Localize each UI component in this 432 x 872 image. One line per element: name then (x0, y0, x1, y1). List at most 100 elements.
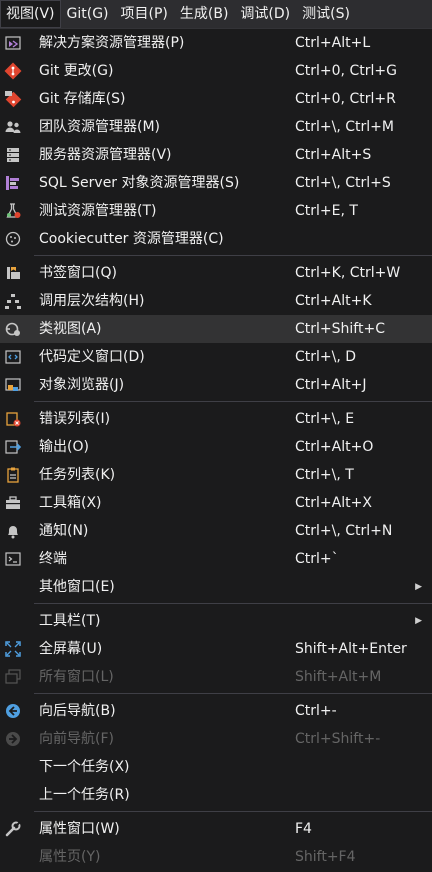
object-browser-icon (4, 376, 22, 394)
menu-item-call-hierarchy[interactable]: 调用层次结构(H) Ctrl+Alt+K (0, 287, 432, 315)
sql-server-icon (4, 174, 22, 192)
visual-studio-view-menu: 视图(V) Git(G) 项目(P) 生成(B) 调试(D) 测试(S) 解决方… (0, 0, 432, 872)
menu-bar: 视图(V) Git(G) 项目(P) 生成(B) 调试(D) 测试(S) (0, 0, 432, 28)
solution-explorer-icon (4, 34, 22, 52)
menu-item-label: 服务器资源管理器(V) (39, 147, 172, 163)
menubar-test[interactable]: 测试(S) (296, 0, 356, 28)
output-icon (4, 438, 22, 456)
wrench-icon (4, 820, 22, 838)
toolbox-icon (4, 494, 22, 512)
menu-item-solution-explorer[interactable]: 解决方案资源管理器(P) Ctrl+Alt+L (0, 29, 432, 57)
menu-item-bookmark-window[interactable]: 书签窗口(Q) Ctrl+K, Ctrl+W (0, 259, 432, 287)
error-list-icon (4, 410, 22, 428)
menubar-debug[interactable]: 调试(D) (234, 0, 296, 28)
menu-item-shortcut: Ctrl+E, T (295, 203, 358, 219)
menu-item-label: 所有窗口(L) (39, 669, 114, 685)
menu-item-label: Git 更改(G) (39, 63, 114, 79)
menu-item-class-view[interactable]: 类视图(A) Ctrl+Shift+C (0, 315, 432, 343)
bookmark-icon (4, 264, 22, 282)
menu-item-shortcut: Ctrl+\, D (295, 349, 357, 365)
menu-item-toolbars[interactable]: 工具栏(T) ▶ (0, 607, 432, 635)
menu-item-terminal[interactable]: 终端 Ctrl+` (0, 545, 432, 573)
menu-item-label: 向后导航(B) (39, 703, 116, 719)
menu-item-all-windows[interactable]: 所有窗口(L) Shift+Alt+M (0, 663, 432, 691)
all-windows-icon (4, 668, 22, 686)
menu-item-shortcut: Ctrl+Alt+L (295, 35, 371, 51)
menu-item-label: 向前导航(F) (39, 731, 114, 747)
menu-item-label: 全屏幕(U) (39, 641, 103, 657)
cookiecutter-icon (4, 230, 22, 248)
menu-item-shortcut: Ctrl+0, Ctrl+R (295, 91, 396, 107)
menu-item-label: 测试资源管理器(T) (39, 203, 157, 219)
menu-item-shortcut: Shift+Alt+M (295, 669, 382, 685)
menu-item-label: 书签窗口(Q) (39, 265, 117, 281)
menu-item-output[interactable]: 输出(O) Ctrl+Alt+O (0, 433, 432, 461)
menu-item-property-pages[interactable]: 属性页(Y) Shift+F4 (0, 843, 432, 871)
view-menu-dropdown: 解决方案资源管理器(P) Ctrl+Alt+L Git 更改(G) Ctrl+0… (0, 28, 432, 872)
menu-item-label: 属性页(Y) (39, 849, 101, 865)
menu-item-notifications[interactable]: 通知(N) Ctrl+\, Ctrl+N (0, 517, 432, 545)
git-repository-icon (4, 90, 22, 108)
menu-item-shortcut: Shift+F4 (295, 849, 356, 865)
menu-item-task-list[interactable]: 任务列表(K) Ctrl+\, T (0, 461, 432, 489)
menu-item-label: 团队资源管理器(M) (39, 119, 161, 135)
menu-item-shortcut: Ctrl+0, Ctrl+G (295, 63, 397, 79)
menu-item-label: SQL Server 对象资源管理器(S) (39, 175, 240, 191)
menu-item-next-task[interactable]: 下一个任务(X) (0, 753, 432, 781)
menu-item-sql-server-object-explorer[interactable]: SQL Server 对象资源管理器(S) Ctrl+\, Ctrl+S (0, 169, 432, 197)
menu-item-git-changes[interactable]: Git 更改(G) Ctrl+0, Ctrl+G (0, 57, 432, 85)
menu-item-label: 代码定义窗口(D) (39, 349, 145, 365)
menubar-build[interactable]: 生成(B) (174, 0, 235, 28)
menu-item-shortcut: Ctrl+\, Ctrl+M (295, 119, 394, 135)
class-view-icon (4, 320, 22, 338)
call-hierarchy-icon (4, 292, 22, 310)
menu-item-navigate-backward[interactable]: 向后导航(B) Ctrl+- (0, 697, 432, 725)
menubar-view[interactable]: 视图(V) (0, 0, 61, 28)
code-definition-icon (4, 348, 22, 366)
menu-item-shortcut: Ctrl+Shift+- (295, 731, 381, 747)
menu-item-label: 调用层次结构(H) (39, 293, 145, 309)
menu-item-label: 属性窗口(W) (39, 821, 120, 837)
menu-item-team-explorer[interactable]: 团队资源管理器(M) Ctrl+\, Ctrl+M (0, 113, 432, 141)
menu-item-navigate-forward[interactable]: 向前导航(F) Ctrl+Shift+- (0, 725, 432, 753)
menu-item-code-definition-window[interactable]: 代码定义窗口(D) Ctrl+\, D (0, 343, 432, 371)
menu-item-label: 对象浏览器(J) (39, 377, 125, 393)
menu-item-full-screen[interactable]: 全屏幕(U) Shift+Alt+Enter (0, 635, 432, 663)
menu-item-shortcut: Ctrl+\, T (295, 467, 354, 483)
menu-item-label: 其他窗口(E) (39, 579, 115, 595)
menu-item-shortcut: Ctrl+Alt+S (295, 147, 372, 163)
menu-item-shortcut: Ctrl+\, E (295, 411, 355, 427)
menu-item-properties-window[interactable]: 属性窗口(W) F4 (0, 815, 432, 843)
submenu-arrow-icon: ▶ (415, 582, 422, 592)
menubar-project[interactable]: 项目(P) (115, 0, 174, 28)
terminal-icon (4, 550, 22, 568)
menu-item-shortcut: Ctrl+Alt+O (295, 439, 374, 455)
menu-item-test-explorer[interactable]: 测试资源管理器(T) Ctrl+E, T (0, 197, 432, 225)
git-changes-icon (4, 62, 22, 80)
menu-item-shortcut: Ctrl+- (295, 703, 337, 719)
menu-item-toolbox[interactable]: 工具箱(X) Ctrl+Alt+X (0, 489, 432, 517)
menu-item-object-browser[interactable]: 对象浏览器(J) Ctrl+Alt+J (0, 371, 432, 399)
submenu-arrow-icon: ▶ (415, 616, 422, 626)
menu-item-shortcut: Ctrl+\, Ctrl+N (295, 523, 393, 539)
menu-item-shortcut: Ctrl+\, Ctrl+S (295, 175, 391, 191)
menu-item-label: 上一个任务(R) (39, 787, 130, 803)
menu-item-shortcut: Ctrl+Alt+K (295, 293, 372, 309)
menu-item-git-repository[interactable]: Git 存储库(S) Ctrl+0, Ctrl+R (0, 85, 432, 113)
team-explorer-icon (4, 118, 22, 136)
menu-item-previous-task[interactable]: 上一个任务(R) (0, 781, 432, 809)
menu-item-label: 终端 (39, 551, 67, 567)
menu-item-label: Cookiecutter 资源管理器(C) (39, 231, 224, 247)
menu-item-cookiecutter-explorer[interactable]: Cookiecutter 资源管理器(C) (0, 225, 432, 253)
menu-item-label: 解决方案资源管理器(P) (39, 35, 185, 51)
menu-item-server-explorer[interactable]: 服务器资源管理器(V) Ctrl+Alt+S (0, 141, 432, 169)
menu-item-label: 工具箱(X) (39, 495, 102, 511)
task-list-icon (4, 466, 22, 484)
menu-item-label: Git 存储库(S) (39, 91, 126, 107)
menu-item-shortcut: Ctrl+` (295, 551, 339, 567)
menu-item-other-windows[interactable]: 其他窗口(E) ▶ (0, 573, 432, 601)
menubar-git[interactable]: Git(G) (61, 0, 115, 28)
menu-item-error-list[interactable]: 错误列表(I) Ctrl+\, E (0, 405, 432, 433)
menu-item-label: 任务列表(K) (39, 467, 116, 483)
menu-item-label: 下一个任务(X) (39, 759, 130, 775)
